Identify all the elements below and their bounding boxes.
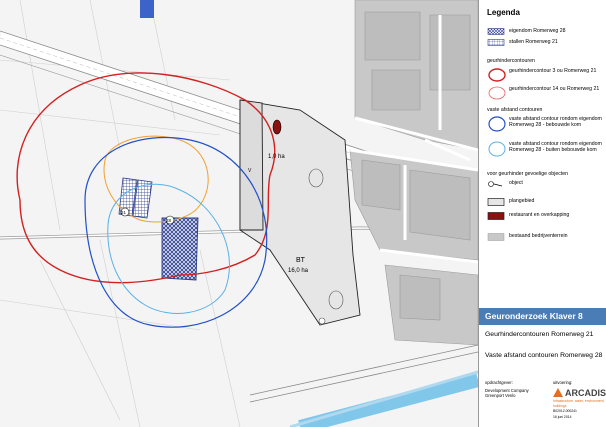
- arcadis-logo: ARCADIS: [553, 388, 606, 398]
- plangebied-small: [239, 99, 264, 231]
- legend-item-contour-3: geurhindercontour 3 ou Romerweg 21: [487, 68, 605, 84]
- red-contour-icon: [488, 68, 506, 82]
- subtitle-geur: Geurhindercontouren Romerweg 21: [485, 331, 594, 338]
- red-thin-contour-icon: [488, 86, 506, 100]
- legend-heading-geur: geurhindercontouren: [487, 58, 535, 64]
- area-bt-label: BT: [296, 257, 306, 264]
- title-bar: Geuronderzoek Klaver 8: [479, 308, 606, 325]
- object-label-28: 28: [166, 218, 172, 223]
- hatch-cross-icon: [487, 28, 505, 35]
- legend-item-vaste-buiten: vaste afstand contour rondom eigendom Ro…: [487, 141, 605, 163]
- maker-label: uitvoering:: [553, 380, 573, 385]
- legend-item-vaste-bebouwd: vaste afstand contour rondom eigendom Ro…: [487, 116, 605, 138]
- restaurant-icon: [487, 212, 505, 220]
- drawing-date: 16 juni 2014: [553, 415, 572, 419]
- arcadis-logo-icon: [553, 388, 563, 397]
- map-canvas: 21 28 1,0 ha V BT 16,0 ha: [0, 0, 478, 427]
- object-marker-icon: [488, 181, 503, 187]
- area-bt-size: 16,0 ha: [288, 268, 309, 274]
- subtitle-vaste: Vaste afstand contouren Romerweg 28: [485, 352, 603, 359]
- maker-tagline: Infrastructure, water, environment, buil…: [553, 399, 605, 408]
- industry-icon: [487, 233, 505, 241]
- lightblue-contour-icon: [488, 141, 506, 157]
- legend-title: Legenda: [487, 8, 520, 17]
- area-small-size: 1,0 ha: [268, 154, 285, 160]
- legend-item-contour-14: geurhindercontour 14 ou Romerweg 21: [487, 86, 605, 102]
- legend-heading-objects: voor geurhinder gevoelige objecten: [487, 171, 569, 177]
- hatch-grid-icon: [487, 39, 505, 46]
- blue-contour-icon: [488, 116, 506, 132]
- client-name: Development Company Greenport Venlo: [485, 388, 529, 398]
- legend-panel: Legenda eigendom Romerweg 28 stallen Rom…: [478, 0, 606, 427]
- plangebied-icon: [487, 198, 505, 206]
- restaurant-marker: [272, 119, 282, 135]
- client-label: opdrachtgever:: [485, 380, 513, 385]
- water-top: [140, 0, 154, 18]
- drawing-number: B02012.000241: [553, 409, 577, 413]
- legend-heading-vaste: vaste afstand contouren: [487, 107, 543, 113]
- object-label-21: 21: [121, 210, 127, 215]
- eigendom-28: [161, 217, 199, 281]
